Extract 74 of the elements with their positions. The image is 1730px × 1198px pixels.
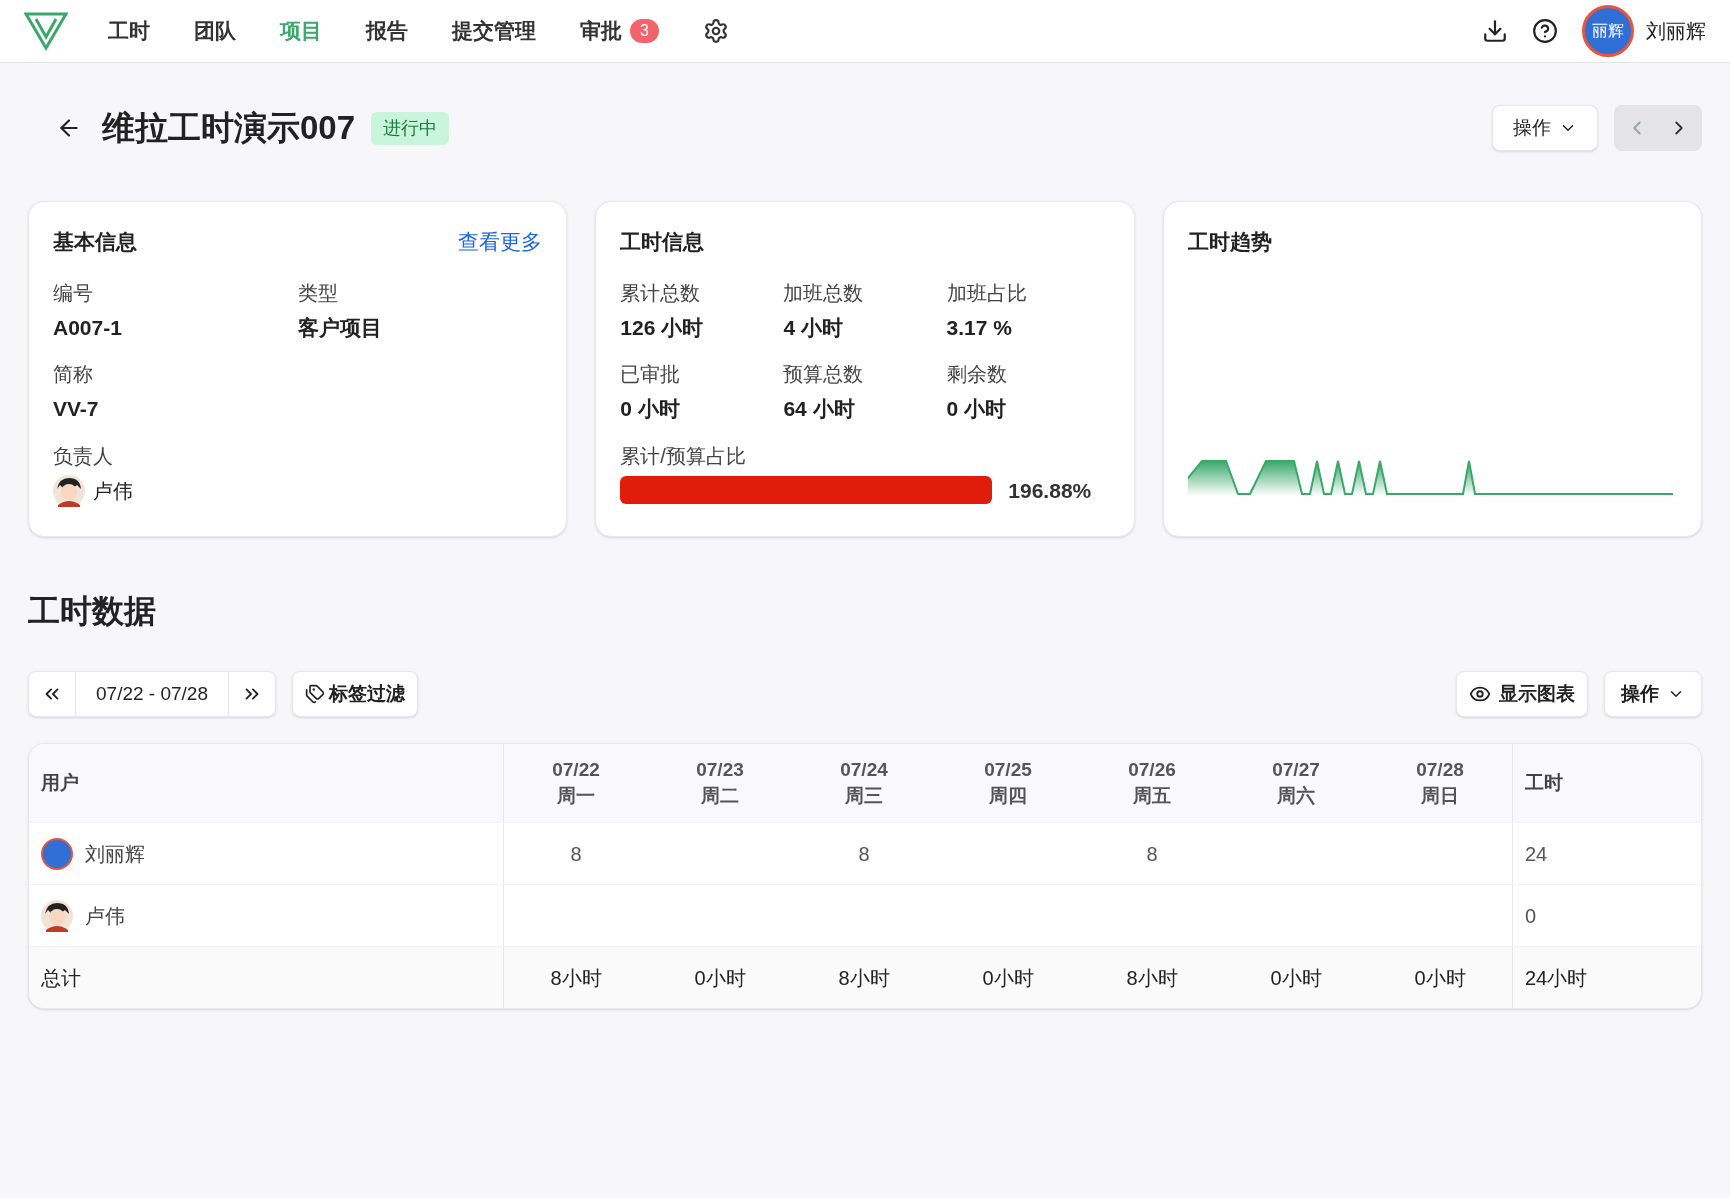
- table-cell-text: 24小时: [1525, 965, 1588, 991]
- field-label: 加班占比: [946, 280, 1028, 306]
- field-value: 0 小时: [620, 396, 681, 422]
- field-value: 126 小时: [620, 314, 705, 341]
- column-header: 07/26 周五: [1127, 758, 1177, 808]
- status-tag: 进行中: [371, 111, 450, 145]
- table-cell-text: 8小时: [838, 965, 890, 991]
- table-cell-text: 0: [1525, 903, 1537, 929]
- owner-name: 卢伟: [93, 478, 133, 504]
- card-title: 基本信息: [53, 229, 137, 255]
- column-header: 工时: [1512, 744, 1701, 822]
- field-label: 负责人: [53, 443, 114, 469]
- avatar: [41, 837, 73, 870]
- column-header: 07/27 周六: [1271, 758, 1321, 808]
- field-value: 0 小时: [946, 396, 1008, 422]
- field-value: 客户项目: [297, 314, 383, 341]
- tag-filter-button[interactable]: 标签过滤: [292, 671, 418, 717]
- table-cell-text: 8小时: [550, 965, 602, 991]
- field-label: 简称: [53, 362, 94, 387]
- field-label: 加班总数: [783, 280, 865, 306]
- field-label: 累计/预算占比: [620, 443, 747, 469]
- field-label: 剩余数: [946, 362, 1008, 387]
- user-name: 刘丽辉: [85, 841, 145, 867]
- nav-item[interactable]: 审批 3: [580, 15, 659, 47]
- nav-item[interactable]: 报告: [366, 15, 408, 47]
- table-cell-text: 8小时: [1126, 965, 1178, 991]
- column-header: 07/28 周日: [1415, 758, 1465, 808]
- table-cell-text: 8: [1146, 841, 1158, 867]
- ratio-reading: 196.88%: [1008, 477, 1092, 504]
- project-title: 维拉工时演示007: [102, 108, 356, 149]
- avatar: [41, 899, 73, 932]
- table-cell-text: 0小时: [694, 965, 746, 991]
- card-title: 工时信息: [620, 229, 706, 255]
- nav-item[interactable]: 团队: [194, 15, 236, 47]
- column-header: 用户: [29, 744, 504, 822]
- nav-item[interactable]: 工时: [108, 15, 150, 47]
- column-header: 07/22 周一: [551, 758, 601, 808]
- field-value: 64 小时: [783, 396, 856, 422]
- column-header: 07/25 周四: [983, 758, 1033, 808]
- table-cell-text: 24: [1525, 841, 1548, 867]
- table-cell-text: 8: [570, 841, 582, 867]
- field-value: 4 小时: [783, 314, 844, 341]
- table-cell-text: 8: [858, 841, 870, 867]
- tag-icon: [305, 684, 325, 704]
- actions-button[interactable]: 操作: [1492, 105, 1598, 151]
- field-label: 已审批: [620, 362, 682, 387]
- table-cell-text: 总计: [41, 965, 81, 991]
- nav-item[interactable]: 提交管理: [452, 15, 536, 47]
- section-title: 工时数据: [28, 592, 157, 631]
- field-label: 类型: [297, 280, 339, 306]
- table-cell-text: 0小时: [1414, 965, 1466, 991]
- user-name: 卢伟: [85, 903, 125, 929]
- field-label: 累计总数: [620, 280, 702, 306]
- table-cell-text: 0小时: [982, 965, 1034, 991]
- field-value: 3.17 %: [946, 314, 1013, 341]
- count-badge: 3: [630, 19, 659, 43]
- download-icon[interactable]: [1482, 18, 1508, 44]
- field-value: A007-1: [53, 314, 123, 341]
- column-header: 07/23 周二: [695, 758, 745, 808]
- field-value: VV-7: [53, 396, 100, 422]
- field-label: 预算总数: [783, 362, 865, 387]
- logo-icon[interactable]: [24, 11, 68, 51]
- card-title: 工时趋势: [1187, 229, 1273, 255]
- column-header: 07/24 周三: [839, 758, 889, 808]
- actions-button[interactable]: 操作: [1604, 671, 1702, 717]
- user-avatar[interactable]: 丽辉: [1582, 5, 1634, 57]
- show-chart-button[interactable]: 显示图表: [1456, 671, 1588, 717]
- field-label: 编号: [53, 280, 94, 306]
- avatar: [53, 474, 85, 507]
- user-name[interactable]: 刘丽辉: [1646, 16, 1706, 46]
- help-icon[interactable]: [1532, 18, 1558, 44]
- view-more-link[interactable]: 查看更多: [458, 226, 543, 258]
- table-cell-text: 0小时: [1270, 965, 1322, 991]
- settings-icon[interactable]: [702, 18, 729, 44]
